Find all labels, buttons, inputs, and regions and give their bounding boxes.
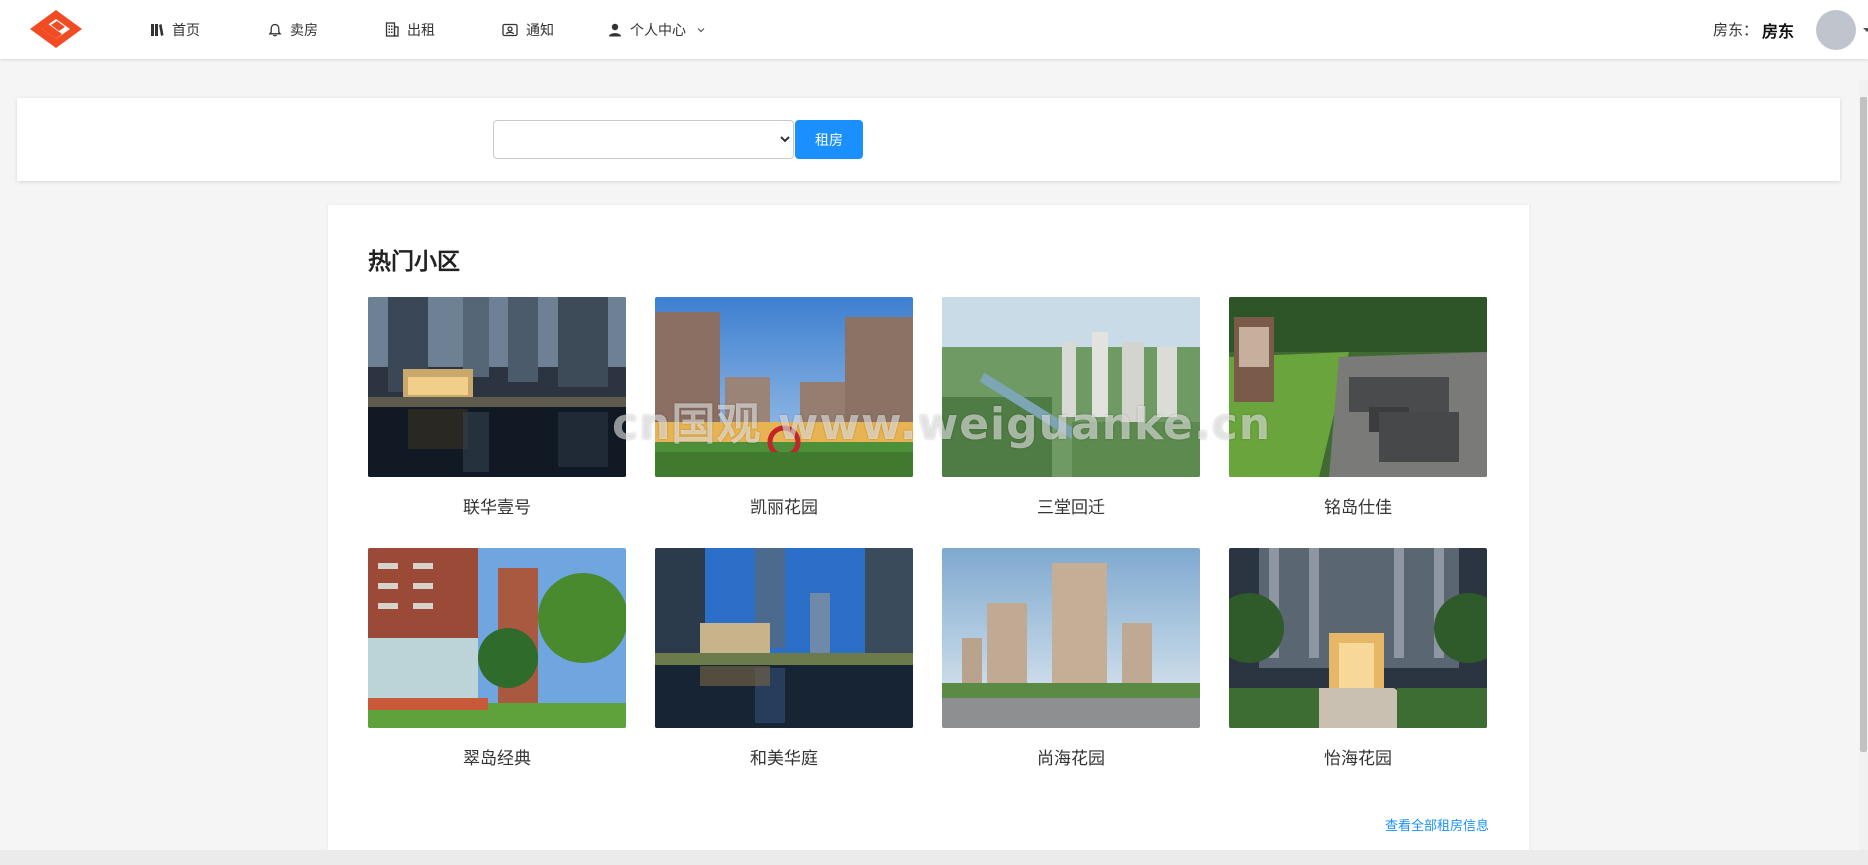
community-card[interactable]: 三堂回迁 — [942, 297, 1200, 518]
nav-item-label: 个人中心 — [630, 22, 686, 39]
community-select[interactable] — [493, 120, 794, 159]
community-card[interactable]: 怡海花园 — [1229, 548, 1487, 769]
nav-item-notice[interactable]: 通知 — [502, 20, 554, 40]
search-card: 租房 — [17, 98, 1840, 181]
bottom-strip — [0, 850, 1868, 865]
community-photo[interactable] — [942, 297, 1200, 477]
community-name: 尚海花园 — [1037, 749, 1105, 769]
nav-item-rent[interactable]: 出租 — [385, 20, 435, 40]
community-photo[interactable] — [942, 548, 1200, 728]
community-grid: 联华壹号 凯丽花园 三堂回迁 铭岛仕佳 翠岛经典 和美华庭 尚海花园 怡海花园 — [368, 297, 1491, 769]
nav-item-personal-center[interactable]: 个人中心 — [608, 20, 706, 40]
community-name: 三堂回迁 — [1037, 498, 1105, 518]
community-name: 怡海花园 — [1324, 749, 1392, 769]
building-icon — [385, 22, 399, 37]
scrollbar-thumb[interactable] — [1860, 97, 1867, 752]
user-icon — [609, 23, 621, 36]
community-photo[interactable] — [655, 297, 913, 477]
role-label: 房东： — [1712, 21, 1758, 39]
community-name: 联华壹号 — [463, 498, 531, 518]
id-card-icon — [502, 23, 518, 36]
book-icon — [151, 23, 164, 36]
community-photo[interactable] — [1229, 297, 1487, 477]
nav-item-home[interactable]: 首页 — [150, 20, 200, 40]
chevron-down-icon — [697, 27, 705, 32]
community-photo[interactable] — [368, 548, 626, 728]
community-name: 和美华庭 — [750, 749, 818, 769]
community-photo[interactable] — [655, 548, 913, 728]
role-value: 房东 — [1761, 21, 1794, 41]
community-card[interactable]: 联华壹号 — [368, 297, 626, 518]
nav-item-label: 卖房 — [290, 22, 318, 39]
hot-communities-panel: 热门小区 联华壹号 凯丽花园 三堂回迁 铭岛仕佳 翠岛经典 和美华庭 尚海花园 … — [328, 205, 1529, 850]
nav-item-label: 通知 — [526, 22, 554, 39]
community-card[interactable]: 翠岛经典 — [368, 548, 626, 769]
user-area: 房东： 房东 — [1713, 0, 1868, 59]
avatar[interactable] — [1816, 9, 1856, 50]
top-navigation-bar: 首页 卖房 出租 通知 个人中心 房东： 房东 — [0, 0, 1868, 59]
logo-icon[interactable] — [28, 9, 84, 49]
bell-icon — [268, 23, 282, 36]
community-name: 翠岛经典 — [463, 749, 531, 769]
community-card[interactable]: 和美华庭 — [655, 548, 913, 769]
nav-item-sell[interactable]: 卖房 — [268, 20, 318, 40]
section-title: 热门小区 — [368, 249, 460, 275]
community-name: 铭岛仕佳 — [1324, 498, 1392, 518]
nav-item-label: 首页 — [172, 22, 200, 39]
community-name: 凯丽花园 — [750, 498, 818, 518]
caret-down-icon[interactable] — [1862, 25, 1868, 35]
nav-item-label: 出租 — [407, 22, 435, 39]
community-photo[interactable] — [1229, 548, 1487, 728]
community-card[interactable]: 尚海花园 — [942, 548, 1200, 769]
community-card[interactable]: 凯丽花园 — [655, 297, 913, 518]
community-card[interactable]: 铭岛仕佳 — [1229, 297, 1487, 518]
rent-button[interactable]: 租房 — [795, 120, 863, 159]
view-all-rentals-link[interactable]: 查看全部租房信息 — [1385, 815, 1489, 834]
community-photo[interactable] — [368, 297, 626, 477]
